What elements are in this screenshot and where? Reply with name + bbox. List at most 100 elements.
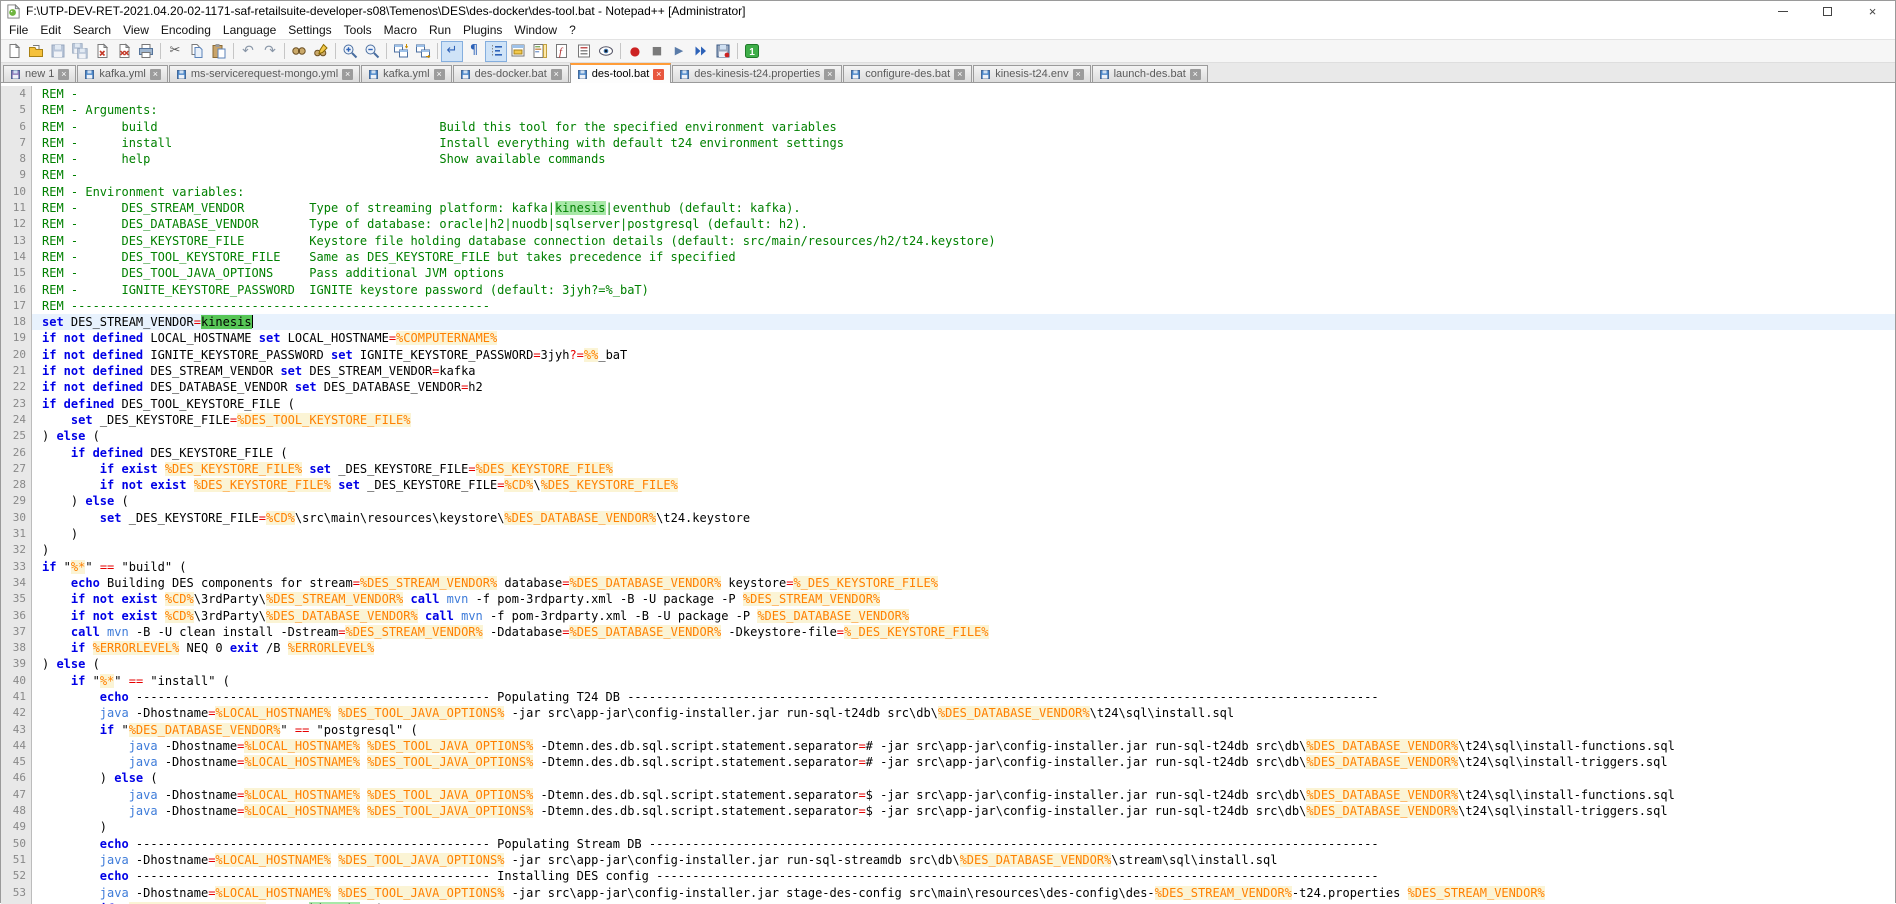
tab-close-icon[interactable]: × xyxy=(1073,69,1084,80)
line-number: 47 xyxy=(1,787,32,803)
tab-des-docker.bat[interactable]: des-docker.bat× xyxy=(453,65,569,82)
run-macro-multiple-icon[interactable] xyxy=(690,41,712,62)
line-number: 52 xyxy=(1,868,32,884)
editor[interactable]: 4REM -5REM - Arguments:6REM - build Buil… xyxy=(1,83,1895,904)
code-text: echo -----------------------------------… xyxy=(32,868,1895,884)
tab-close-icon[interactable]: × xyxy=(1190,69,1201,80)
playback-macro-icon[interactable]: ▶ xyxy=(668,41,690,62)
sync-vertical-icon[interactable] xyxy=(390,41,412,62)
cut-icon[interactable]: ✂ xyxy=(164,41,186,62)
menu-encoding[interactable]: Encoding xyxy=(155,22,217,38)
function-list-icon[interactable]: f xyxy=(551,41,573,62)
code-line: 23if defined DES_TOOL_KEYSTORE_FILE ( xyxy=(1,396,1895,412)
code-text: java -Dhostname=%LOCAL_HOSTNAME% %DES_TO… xyxy=(32,787,1895,803)
minimize-button[interactable] xyxy=(1760,1,1805,21)
close-all-icon[interactable] xyxy=(113,41,135,62)
tab-kinesis-t24.env[interactable]: kinesis-t24.env× xyxy=(973,65,1090,82)
show-all-characters-icon[interactable]: ¶ xyxy=(463,41,485,62)
tab-close-icon[interactable]: × xyxy=(653,69,664,80)
word-wrap-icon[interactable]: ↵ xyxy=(441,41,463,62)
code-text: REM - IGNITE_KEYSTORE_PASSWORD IGNITE ke… xyxy=(32,282,1895,298)
tab-close-icon[interactable]: × xyxy=(342,69,353,80)
saved-file-icon xyxy=(577,69,588,80)
tab-des-kinesis-t24.properties[interactable]: des-kinesis-t24.properties× xyxy=(672,65,842,82)
indent-guide-icon[interactable] xyxy=(485,41,507,62)
find-icon[interactable] xyxy=(288,41,310,62)
line-number: 43 xyxy=(1,722,32,738)
tab-kafka.yml[interactable]: kafka.yml× xyxy=(361,65,451,82)
menu-edit[interactable]: Edit xyxy=(34,22,67,38)
open-file-icon[interactable] xyxy=(25,41,47,62)
tab-number-1-icon[interactable]: 1 xyxy=(741,41,763,62)
menu-view[interactable]: View xyxy=(117,22,155,38)
menu-run[interactable]: Run xyxy=(423,22,457,38)
line-number: 8 xyxy=(1,151,32,167)
line-number: 10 xyxy=(1,184,32,200)
user-defined-language-icon[interactable] xyxy=(507,41,529,62)
tab-ms-servicerequest-mongo.yml[interactable]: ms-servicerequest-mongo.yml× xyxy=(169,65,360,82)
redo-icon[interactable]: ↷ xyxy=(259,41,281,62)
save-macro-icon[interactable] xyxy=(712,41,734,62)
tab-configure-des.bat[interactable]: configure-des.bat× xyxy=(843,65,972,82)
menu-file[interactable]: File xyxy=(3,22,34,38)
document-switcher-icon[interactable] xyxy=(573,41,595,62)
notepad-plus-plus-icon xyxy=(6,4,21,19)
close-button[interactable]: × xyxy=(1850,1,1895,21)
tab-close-icon[interactable]: × xyxy=(954,69,965,80)
code-line: 48 java -Dhostname=%LOCAL_HOSTNAME% %DES… xyxy=(1,803,1895,819)
menu-window[interactable]: Window xyxy=(508,22,563,38)
tab-launch-des.bat[interactable]: launch-des.bat× xyxy=(1092,65,1208,82)
line-number: 24 xyxy=(1,412,32,428)
monitoring-eye-icon[interactable] xyxy=(595,41,617,62)
menu-settings[interactable]: Settings xyxy=(282,22,337,38)
tab-kafka.yml[interactable]: kafka.yml× xyxy=(77,65,167,82)
undo-icon[interactable]: ↶ xyxy=(237,41,259,62)
tab-close-icon[interactable]: × xyxy=(150,69,161,80)
text-caret xyxy=(252,315,253,328)
code-line: 40 if "%*" == "install" ( xyxy=(1,673,1895,689)
code-text: if defined DES_KEYSTORE_FILE ( xyxy=(32,445,1895,461)
zoom-out-icon[interactable] xyxy=(361,41,383,62)
save-all-icon[interactable] xyxy=(69,41,91,62)
menu-help[interactable]: ? xyxy=(563,22,582,38)
code-text: echo Building DES components for stream=… xyxy=(32,575,1895,591)
stop-recording-icon[interactable]: ■ xyxy=(646,41,668,62)
sync-horizontal-icon[interactable] xyxy=(412,41,434,62)
line-number: 19 xyxy=(1,330,32,346)
record-macro-icon[interactable]: ● xyxy=(624,41,646,62)
saved-file-icon xyxy=(176,69,187,80)
tab-close-icon[interactable]: × xyxy=(434,69,445,80)
code-line: 39) else ( xyxy=(1,656,1895,672)
save-icon[interactable] xyxy=(47,41,69,62)
tab-close-icon[interactable]: × xyxy=(58,69,69,80)
menu-plugins[interactable]: Plugins xyxy=(457,22,508,38)
line-number: 49 xyxy=(1,819,32,835)
copy-icon[interactable] xyxy=(186,41,208,62)
menu-search[interactable]: Search xyxy=(67,22,117,38)
zoom-in-icon[interactable] xyxy=(339,41,361,62)
saved-file-icon xyxy=(679,69,690,80)
tab-new-1[interactable]: new 1× xyxy=(3,65,76,82)
tab-close-icon[interactable]: × xyxy=(551,69,562,80)
new-file-icon[interactable] xyxy=(3,41,25,62)
maximize-icon xyxy=(1823,7,1832,16)
paste-icon[interactable] xyxy=(208,41,230,62)
close-file-icon[interactable] xyxy=(91,41,113,62)
document-map-icon[interactable] xyxy=(529,41,551,62)
svg-text:1: 1 xyxy=(749,47,755,58)
code-text: REM - DES_TOOL_KEYSTORE_FILE Same as DES… xyxy=(32,249,1895,265)
code-line: 49 ) xyxy=(1,819,1895,835)
maximize-button[interactable] xyxy=(1805,1,1850,21)
menu-language[interactable]: Language xyxy=(217,22,282,38)
line-number: 7 xyxy=(1,135,32,151)
code-text: java -Dhostname=%LOCAL_HOSTNAME% %DES_TO… xyxy=(32,754,1895,770)
code-line: 52 echo --------------------------------… xyxy=(1,868,1895,884)
tab-close-icon[interactable]: × xyxy=(824,69,835,80)
menu-tools[interactable]: Tools xyxy=(338,22,378,38)
line-number: 28 xyxy=(1,477,32,493)
tab-des-tool.bat[interactable]: des-tool.bat× xyxy=(570,63,671,83)
replace-icon[interactable] xyxy=(310,41,332,62)
menu-macro[interactable]: Macro xyxy=(378,22,423,38)
code-text: echo -----------------------------------… xyxy=(32,689,1895,705)
print-icon[interactable] xyxy=(135,41,157,62)
